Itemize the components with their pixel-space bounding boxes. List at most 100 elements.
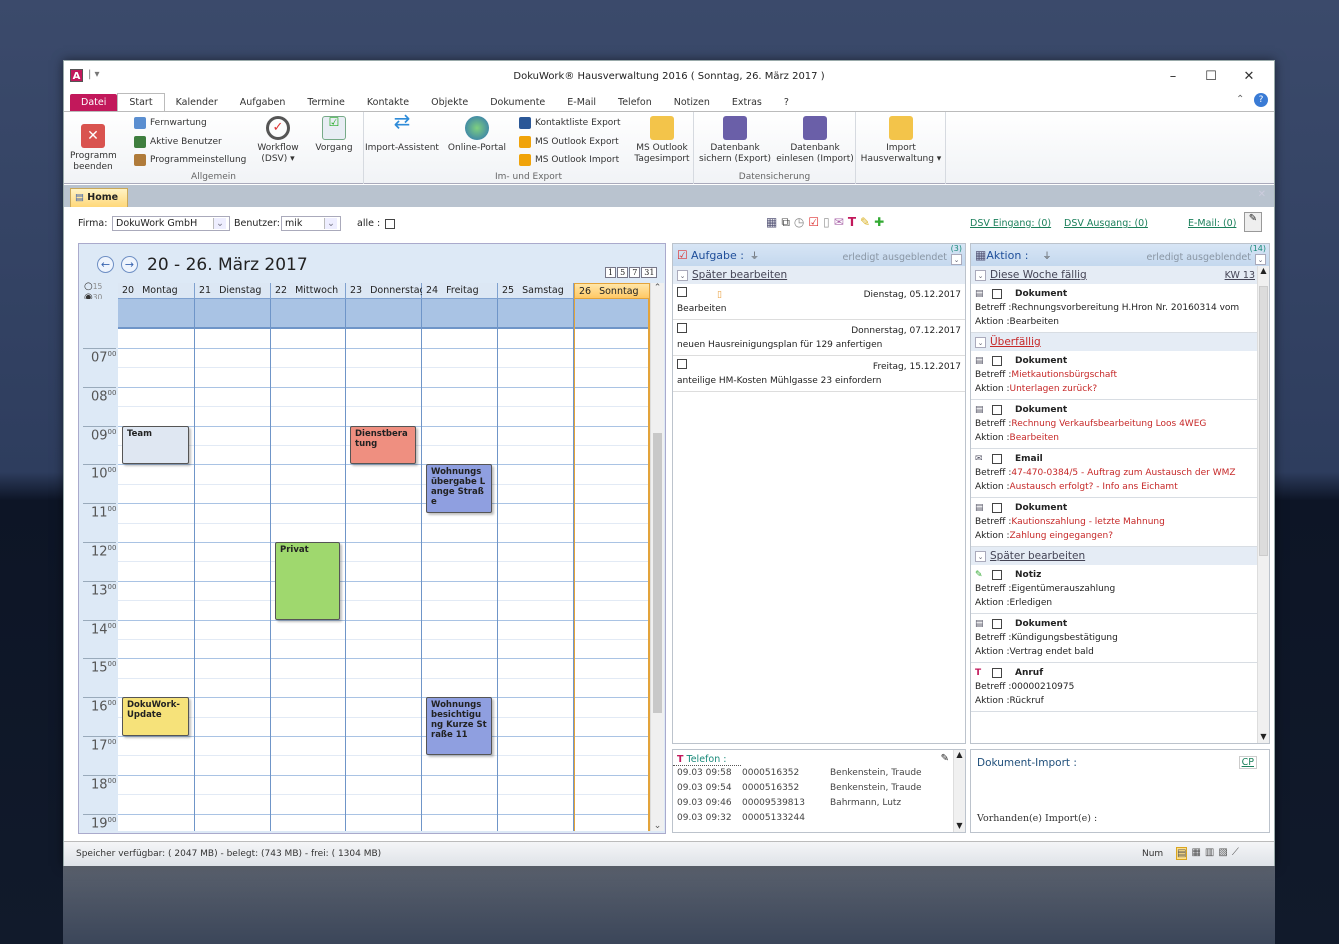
- day-column[interactable]: [195, 299, 271, 831]
- action-checkbox[interactable]: [992, 570, 1002, 580]
- tab-kontakte[interactable]: Kontakte: [356, 94, 420, 111]
- ms-outlook-export-button[interactable]: MS Outlook Export: [519, 136, 619, 148]
- resize-grip-icon[interactable]: ⟋: [1232, 847, 1239, 860]
- scroll-down-icon[interactable]: ▼: [1258, 732, 1269, 741]
- fernwartung-button[interactable]: Fernwartung: [134, 117, 207, 129]
- filter-icon[interactable]: ⏚: [750, 249, 759, 262]
- tab-start[interactable]: Start: [117, 93, 165, 111]
- day-header-montag[interactable]: 20 Montag: [118, 283, 195, 299]
- task-checkbox[interactable]: [677, 287, 687, 297]
- calendar-scrollbar[interactable]: ⌃ ⌄: [650, 283, 664, 831]
- tab-email[interactable]: E-Mail: [556, 94, 607, 111]
- scroll-down-icon[interactable]: ⌄: [651, 821, 664, 831]
- benutzer-select[interactable]: mik ⌄: [281, 216, 341, 231]
- document-icon[interactable]: ▯: [823, 215, 830, 230]
- day-column[interactable]: [346, 299, 422, 831]
- task-item[interactable]: Donnerstag, 07.12.2017 neuen Hausreinigun…: [673, 320, 965, 356]
- scroll-thumb[interactable]: [653, 433, 662, 713]
- filter-icon[interactable]: ⏚: [1043, 249, 1052, 262]
- action-checkbox[interactable]: [992, 503, 1002, 513]
- action-checkbox[interactable]: [992, 289, 1002, 299]
- phone-t-icon[interactable]: T: [848, 215, 856, 230]
- section-header[interactable]: ⌄ Überfällig: [971, 333, 1257, 351]
- action-checkbox[interactable]: [992, 356, 1002, 366]
- calendar-event[interactable]: Privat: [275, 542, 340, 620]
- action-item[interactable]: ▤ Dokument Betreff :Rechnungsvorbereitung …: [971, 284, 1257, 333]
- action-item[interactable]: ▤ Dokument Betreff :Mietkautionsbürgschaft…: [971, 351, 1257, 400]
- action-item[interactable]: ✉ Email Betreff :47-470-0384/5 - Auftrag z…: [971, 449, 1257, 498]
- design-view-icon[interactable]: ▧: [1218, 847, 1227, 860]
- form-view-icon[interactable]: ▤: [1176, 847, 1188, 860]
- datenbank-einlesen-button[interactable]: Datenbank einlesen (Import): [776, 116, 854, 165]
- minimize-button[interactable]: –: [1158, 69, 1188, 84]
- task-icon[interactable]: ☑: [808, 215, 819, 230]
- day-column[interactable]: [118, 299, 195, 831]
- close-button[interactable]: ✕: [1234, 69, 1264, 84]
- action-item[interactable]: ✎ Notiz Betreff :Eigentümerauszahlung Aktio…: [971, 565, 1257, 614]
- day-header-mittwoch[interactable]: 22 Mittwoch: [271, 283, 346, 299]
- add-icon[interactable]: ✚: [874, 215, 884, 230]
- view-7-button[interactable]: 7: [629, 267, 641, 278]
- alle-checkbox[interactable]: [385, 219, 395, 229]
- tab-kalender[interactable]: Kalender: [165, 94, 229, 111]
- prev-week-button[interactable]: ←: [97, 256, 114, 273]
- import-assistent-button[interactable]: ⇄ Import-Assistent: [364, 111, 440, 154]
- kontaktliste-export-button[interactable]: Kontaktliste Export: [519, 117, 621, 129]
- action-item[interactable]: T Anruf Betreff :00000210975 Aktion :Rückru…: [971, 663, 1257, 712]
- maximize-button[interactable]: ☐: [1196, 69, 1226, 84]
- hierarchy-icon[interactable]: ⧉: [781, 215, 790, 230]
- aktion-scrollbar[interactable]: ▲ ▼: [1257, 266, 1269, 743]
- programm-beenden-button[interactable]: ✕ Programm beenden: [70, 124, 117, 173]
- datenbank-sichern-button[interactable]: Datenbank sichern (Export): [698, 116, 772, 165]
- vorgang-button[interactable]: ☑ Vorgang: [312, 116, 356, 154]
- scroll-down-icon[interactable]: ▼: [954, 821, 965, 830]
- tab-dokumente[interactable]: Dokumente: [479, 94, 556, 111]
- help-icon[interactable]: ?: [1254, 93, 1268, 107]
- task-item[interactable]: ▯ Dienstag, 05.12.2017 Bearbeiten: [673, 284, 965, 320]
- action-item[interactable]: ▤ Dokument Betreff :Rechnung Verkaufsbearb…: [971, 400, 1257, 449]
- layout-view-icon[interactable]: ▥: [1205, 847, 1214, 860]
- calendar-event[interactable]: Wohnungsbesichtigung Kurze Straße 11: [426, 697, 492, 756]
- day-column[interactable]: [574, 299, 650, 831]
- calendar-event[interactable]: Team: [122, 425, 189, 465]
- calendar-event[interactable]: Dienstberatung: [350, 425, 416, 465]
- interval-15-radio[interactable]: ○15: [84, 281, 112, 292]
- tab-home[interactable]: ▤ Home: [70, 188, 128, 207]
- call-row[interactable]: 09.03 09:46 00009539813 Bahrmann, Lutz: [673, 796, 965, 811]
- import-hausverwaltung-button[interactable]: Import Hausverwaltung ▾: [858, 116, 944, 165]
- tab-aufgaben[interactable]: Aufgaben: [229, 94, 297, 111]
- day-header-donnerstag[interactable]: 23 Donnerstag: [346, 283, 426, 299]
- workflow-button[interactable]: ✓ Workflow (DSV) ▾: [254, 116, 302, 165]
- note-icon[interactable]: ✎: [860, 215, 870, 230]
- action-item[interactable]: ▤ Dokument Betreff :Kautionszahlung - letz…: [971, 498, 1257, 547]
- filter-select[interactable]: erledigt ausgeblendet: [843, 252, 947, 263]
- call-row[interactable]: 09.03 09:58 0000516352 Benkenstein, Traude: [673, 766, 965, 781]
- action-checkbox[interactable]: [992, 454, 1002, 464]
- tab-notizen[interactable]: Notizen: [663, 94, 721, 111]
- programmeinstellung-button[interactable]: Programmeinstellung: [134, 154, 246, 166]
- tab-termine[interactable]: Termine: [296, 94, 356, 111]
- tab-[interactable]: ?: [773, 94, 800, 111]
- task-checkbox[interactable]: [677, 323, 687, 333]
- scroll-up-icon[interactable]: ▲: [1258, 266, 1269, 275]
- tab-objekte[interactable]: Objekte: [420, 94, 479, 111]
- dsv-ausgang-link[interactable]: DSV Ausgang: (0): [1064, 218, 1148, 229]
- dsv-eingang-link[interactable]: DSV Eingang: (0): [970, 218, 1051, 229]
- online-portal-button[interactable]: Online-Portal: [444, 116, 510, 154]
- collapse-ribbon-icon[interactable]: ⌃: [1236, 94, 1244, 105]
- day-column[interactable]: [498, 299, 574, 831]
- task-checkbox[interactable]: [677, 359, 687, 369]
- scroll-up-icon[interactable]: ▲: [954, 750, 965, 759]
- scroll-thumb[interactable]: [1259, 286, 1268, 556]
- call-row[interactable]: 09.03 09:32 00005133244: [673, 811, 965, 826]
- section-header[interactable]: ⌄ Später bearbeiten: [971, 547, 1257, 565]
- firma-select[interactable]: DokuWork GmbH ⌄: [112, 216, 230, 231]
- action-checkbox[interactable]: [992, 405, 1002, 415]
- day-header-dienstag[interactable]: 21 Dienstag: [195, 283, 271, 299]
- view-5-button[interactable]: 5: [617, 267, 629, 278]
- mail-icon[interactable]: ✉: [834, 215, 844, 230]
- chevron-down-icon[interactable]: ⌄: [951, 254, 962, 265]
- action-checkbox[interactable]: [992, 619, 1002, 629]
- call-row[interactable]: 09.03 09:54 0000516352 Benkenstein, Traude: [673, 781, 965, 796]
- action-checkbox[interactable]: [992, 668, 1002, 678]
